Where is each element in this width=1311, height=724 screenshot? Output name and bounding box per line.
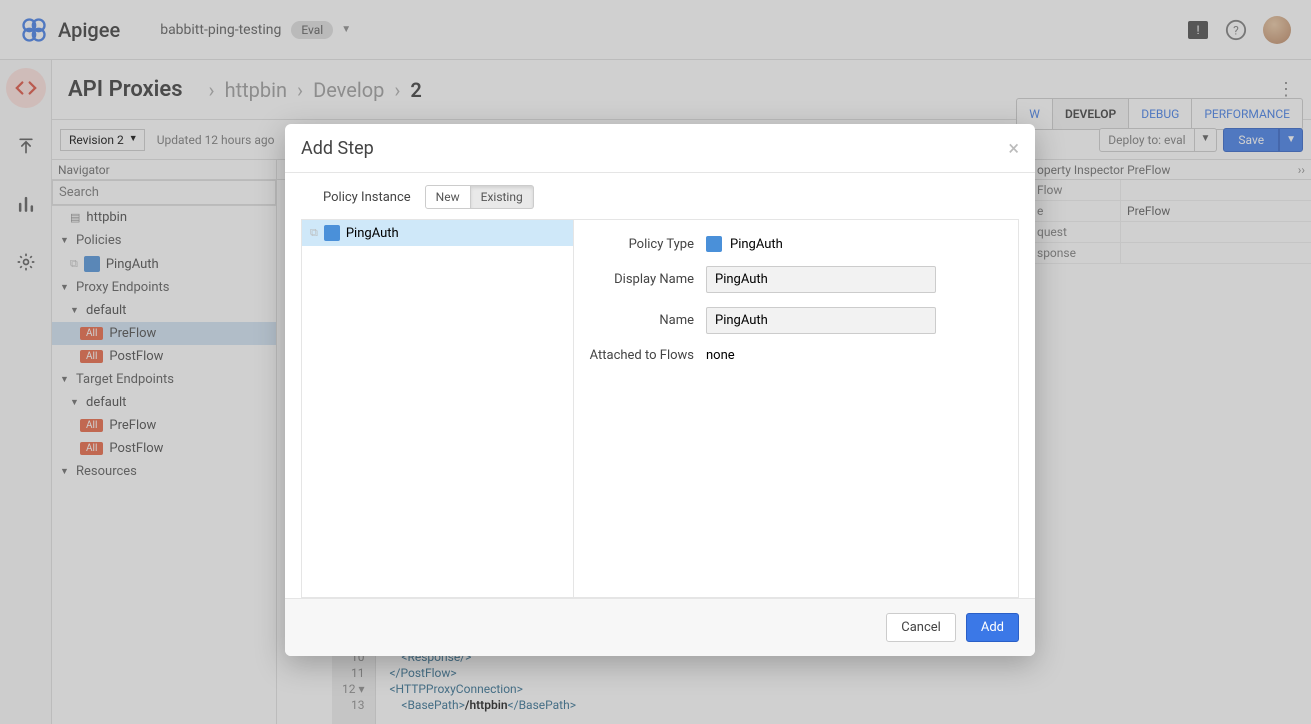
attached-label: Attached to Flows (586, 348, 706, 363)
close-icon[interactable]: × (1008, 136, 1019, 160)
display-name-input[interactable] (706, 266, 936, 293)
chain-icon: ⧉ (310, 226, 318, 240)
modal-title: Add Step (301, 138, 374, 159)
name-input[interactable] (706, 307, 936, 334)
name-label: Name (586, 313, 706, 328)
policy-icon (706, 236, 722, 252)
policy-form: Policy Type PingAuth Display Name Name A… (574, 220, 1018, 597)
add-button[interactable]: Add (966, 613, 1019, 642)
modal-footer: Cancel Add (285, 598, 1035, 656)
existing-button[interactable]: Existing (471, 185, 534, 209)
attached-value: none (706, 348, 1006, 363)
policy-icon (324, 225, 340, 241)
policy-list-item[interactable]: ⧉ PingAuth (302, 220, 573, 246)
cancel-button[interactable]: Cancel (886, 613, 956, 642)
policy-list: ⧉ PingAuth (302, 220, 574, 597)
display-name-label: Display Name (586, 272, 706, 287)
policy-list-item-label: PingAuth (346, 226, 399, 241)
policy-instance-row: Policy Instance New Existing (285, 173, 1035, 219)
policy-type-label: Policy Type (586, 237, 706, 252)
add-step-modal: Add Step × Policy Instance New Existing … (285, 124, 1035, 656)
policy-instance-label: Policy Instance (323, 190, 411, 205)
policy-type-value: PingAuth (730, 237, 783, 252)
modal-header: Add Step × (285, 124, 1035, 173)
new-button[interactable]: New (425, 185, 471, 209)
policy-instance-toggle: New Existing (425, 185, 534, 209)
